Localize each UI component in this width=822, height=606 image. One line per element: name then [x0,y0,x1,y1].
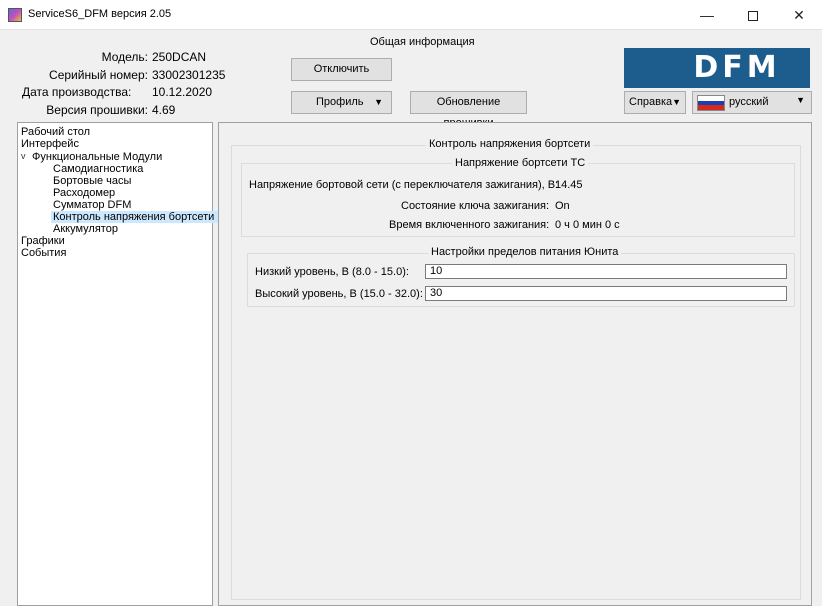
firmware-value: 4.69 [152,103,176,117]
tree-item-voltage-control[interactable]: Контроль напряжения бортсети [51,211,219,223]
serial-label: Серийный номер: [49,68,148,82]
model-label: Модель: [101,50,148,64]
window-title: ServiceS6_DFM версия 2.05 [28,8,172,20]
tree-item-dfm-summator[interactable]: Сумматор DFM [53,199,131,211]
disconnect-button[interactable]: Отключить [291,58,392,81]
manufacture-date-label: Дата производства: [22,85,132,99]
tree-item-interface[interactable]: Интерфейс [21,138,79,150]
language-select[interactable]: русский ▼ [692,91,812,114]
ignition-time-value: 0 ч 0 мин 0 с [555,219,620,231]
app-icon [8,8,22,22]
logo-text: DFM [693,50,781,85]
firmware-label: Версия прошивки: [46,103,148,117]
chevron-down-icon: ▼ [796,95,805,105]
dfm-logo: DFM [624,48,810,88]
voltage-label: Напряжение бортовой сети (с переключател… [249,179,559,191]
ignition-time-label: Время включенного зажигания: [389,219,550,231]
profile-button-label: Профиль [316,96,364,108]
chevron-down-icon: ▼ [672,97,681,107]
firmware-update-button[interactable]: Обновление прошивки [410,91,527,129]
vehicle-voltage-title: Напряжение бортсети ТС [452,157,589,169]
tree-item-graphs[interactable]: Графики [21,235,65,247]
model-value: 250DCAN [152,50,207,64]
voltage-control-title: Контроль напряжения бортсети [426,138,594,150]
high-level-input[interactable]: 30 [425,286,787,301]
language-value: русский [729,96,769,108]
tree-item-events[interactable]: События [21,247,66,259]
navigation-tree[interactable]: v Рабочий стол Интерфейс Функциональные … [17,122,219,606]
russia-flag-icon [697,95,725,111]
tree-item-functional-modules[interactable]: Функциональные Модули [32,151,162,163]
ignition-key-value: On [555,200,570,212]
help-button[interactable]: Справка ▼ [624,91,686,114]
tree-item-desktop[interactable]: Рабочий стол [21,126,90,138]
general-info-title: Общая информация [370,36,475,48]
serial-value: 33002301235 [152,68,226,82]
minimize-button[interactable]: — [684,0,730,30]
chevron-down-icon: ▼ [374,97,383,107]
close-button[interactable]: ✕ [776,0,822,30]
manufacture-date-value: 10.12.2020 [152,85,213,99]
tree-item-onboard-clock[interactable]: Бортовые часы [53,175,131,187]
main-panel: Контроль напряжения бортсети Напряжение … [218,122,812,606]
maximize-button[interactable] [730,0,776,30]
power-limits-title: Настройки пределов питания Юнита [428,246,622,258]
tree-item-flowmeter[interactable]: Расходомер [53,187,115,199]
high-level-label: Высокий уровень, В (15.0 - 32.0): [255,288,423,300]
title-bar: ServiceS6_DFM версия 2.05 — ✕ [0,0,822,30]
low-level-label: Низкий уровень, В (8.0 - 15.0): [255,266,409,278]
profile-button[interactable]: Профиль ▼ [291,91,392,114]
chevron-down-icon[interactable]: v [21,151,26,161]
tree-item-battery[interactable]: Аккумулятор [53,223,118,235]
maximize-icon [748,11,758,22]
voltage-value: 14.45 [555,179,583,191]
tree-item-self-diagnostics[interactable]: Самодиагностика [53,163,143,175]
low-level-input[interactable]: 10 [425,264,787,279]
help-button-label: Справка [629,96,673,108]
ignition-key-label: Состояние ключа зажигания: [401,200,549,212]
